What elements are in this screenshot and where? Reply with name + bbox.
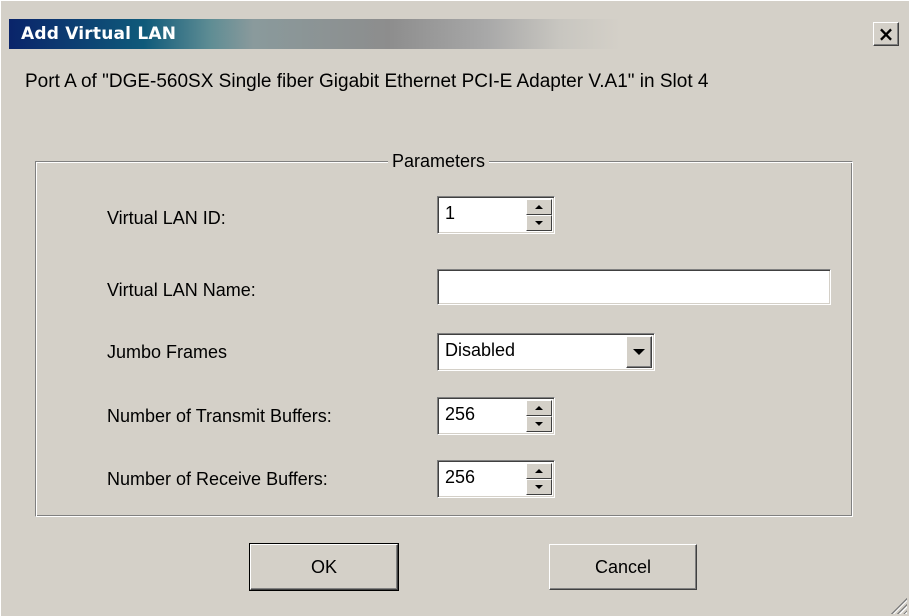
parameters-group-label: Parameters (388, 151, 490, 172)
transmit-buffers-spinbox[interactable]: 256 (437, 397, 555, 435)
jumbo-frames-dropdown-button[interactable] (626, 336, 652, 368)
receive-buffers-value[interactable]: 256 (445, 467, 475, 488)
title-bar[interactable]: Add Virtual LAN (9, 19, 905, 49)
transmit-buffers-increment-button[interactable] (526, 400, 552, 416)
arrow-up-icon (535, 406, 543, 410)
close-icon: × (877, 22, 895, 46)
arrow-down-icon (535, 221, 543, 225)
arrow-up-icon (535, 205, 543, 209)
arrow-down-icon (535, 485, 543, 489)
transmit-buffers-value[interactable]: 256 (445, 404, 475, 425)
ok-button[interactable]: OK (249, 543, 399, 591)
transmit-buffers-label: Number of Transmit Buffers: (107, 406, 332, 426)
chevron-down-icon (633, 349, 645, 355)
vlan-id-spin-buttons (526, 199, 552, 231)
arrow-down-icon (535, 422, 543, 426)
receive-buffers-decrement-button[interactable] (526, 479, 552, 495)
receive-buffers-spinbox[interactable]: 256 (437, 460, 555, 498)
vlan-id-decrement-button[interactable] (526, 215, 552, 231)
receive-buffers-increment-button[interactable] (526, 463, 552, 479)
vlan-id-spinbox[interactable]: 1 (437, 196, 555, 234)
cancel-button[interactable]: Cancel (549, 544, 697, 590)
jumbo-frames-label: Jumbo Frames (107, 342, 228, 362)
vlan-id-label: Virtual LAN ID: (107, 208, 226, 228)
transmit-buffers-spin-buttons (526, 400, 552, 432)
transmit-buffers-decrement-button[interactable] (526, 416, 552, 432)
vlan-id-increment-button[interactable] (526, 199, 552, 215)
receive-buffers-label: Number of Receive Buffers: (107, 469, 328, 489)
vlan-name-label: Virtual LAN Name: (107, 280, 256, 300)
jumbo-frames-selected-value: Disabled (445, 340, 516, 360)
close-button[interactable]: × (873, 22, 899, 46)
add-virtual-lan-dialog: Add Virtual LAN × Port A of "DGE-560SX S… (0, 0, 909, 616)
window-title: Add Virtual LAN (21, 24, 177, 44)
port-description: Port A of "DGE-560SX Single fiber Gigabi… (25, 71, 709, 92)
arrow-up-icon (535, 469, 543, 473)
vlan-name-field[interactable] (437, 269, 831, 305)
receive-buffers-spin-buttons (526, 463, 552, 495)
resize-grip-icon[interactable] (889, 596, 907, 614)
vlan-id-value[interactable]: 1 (445, 203, 455, 224)
jumbo-frames-dropdown[interactable]: Disabled (437, 333, 655, 371)
